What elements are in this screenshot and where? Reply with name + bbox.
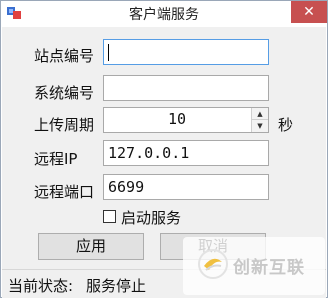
remote-port-value: 6699 bbox=[108, 178, 145, 196]
remote-port-input[interactable]: 6699 bbox=[103, 174, 269, 200]
station-no-input[interactable] bbox=[103, 39, 269, 65]
spin-down-icon[interactable]: ▼ bbox=[252, 120, 268, 132]
client-service-window: 客户端服务 ✕ 站点编号 系统编号 上传周期 10 ▲ ▼ 秒 远程IP 127… bbox=[0, 0, 328, 298]
upload-period-spinner[interactable]: 10 ▲ ▼ bbox=[103, 107, 269, 133]
spinner-buttons: ▲ ▼ bbox=[251, 108, 268, 132]
close-button[interactable]: ✕ bbox=[291, 1, 327, 23]
text-caret bbox=[108, 44, 109, 61]
autostart-label[interactable]: 启动服务 bbox=[121, 207, 181, 228]
spin-up-icon[interactable]: ▲ bbox=[252, 108, 268, 120]
system-no-label: 系统编号 bbox=[34, 84, 95, 102]
window-title: 客户端服务 bbox=[129, 7, 199, 23]
watermark: 创新互联 bbox=[183, 237, 325, 295]
upload-period-label: 上传周期 bbox=[34, 116, 95, 134]
remote-ip-value: 127.0.0.1 bbox=[108, 144, 190, 162]
remote-ip-input[interactable]: 127.0.0.1 bbox=[103, 140, 269, 166]
title-bar[interactable]: 客户端服务 ✕ bbox=[1, 1, 327, 26]
status-label: 当前状态: bbox=[8, 277, 74, 295]
remote-port-label: 远程端口 bbox=[34, 183, 95, 201]
system-no-input[interactable] bbox=[103, 75, 269, 101]
autostart-checkbox[interactable] bbox=[103, 210, 116, 223]
station-no-label: 站点编号 bbox=[34, 47, 95, 65]
upload-period-value: 10 bbox=[167, 110, 187, 128]
apply-button[interactable]: 应用 bbox=[38, 233, 144, 260]
upload-period-unit: 秒 bbox=[278, 116, 294, 134]
remote-ip-label: 远程IP bbox=[34, 150, 78, 168]
watermark-text: 创新互联 bbox=[233, 258, 305, 278]
status-value: 服务停止 bbox=[86, 277, 147, 295]
watermark-logo-icon bbox=[197, 248, 229, 280]
